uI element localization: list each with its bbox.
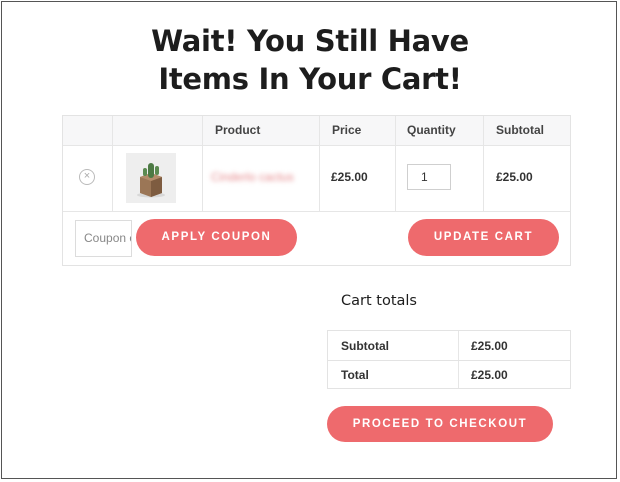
- cart-totals-heading: Cart totals: [341, 293, 417, 309]
- cactus-pot-image: [126, 153, 176, 203]
- product-price: £25.00: [331, 170, 368, 184]
- page-title-line-1: Wait! You Still Have: [151, 24, 469, 58]
- totals-row-value: £25.00: [471, 339, 508, 353]
- product-subtotal: £25.00: [496, 170, 533, 184]
- cart-totals-table: Subtotal £25.00 Total £25.00: [327, 330, 571, 389]
- quantity-input[interactable]: 1: [407, 164, 451, 190]
- cart-table: Product Price Quantity Subtotal × Cinder…: [62, 115, 571, 266]
- proceed-to-checkout-button[interactable]: PROCEED TO CHECKOUT: [327, 406, 553, 442]
- product-thumbnail[interactable]: [126, 153, 176, 203]
- column-header-subtotal: Subtotal: [496, 123, 544, 137]
- totals-row-subtotal: Subtotal £25.00: [328, 331, 570, 361]
- column-header-price: Price: [332, 123, 362, 137]
- cart-table-header: Product Price Quantity Subtotal: [63, 116, 570, 146]
- totals-row-label: Subtotal: [341, 339, 389, 353]
- close-icon[interactable]: ×: [79, 169, 95, 185]
- product-name-link[interactable]: Cinderlo cactus: [211, 170, 294, 184]
- totals-row-value: £25.00: [471, 368, 508, 382]
- totals-row-label: Total: [341, 368, 369, 382]
- apply-coupon-button[interactable]: APPLY COUPON: [136, 219, 297, 256]
- column-header-quantity: Quantity: [407, 123, 456, 137]
- totals-row-total: Total £25.00: [328, 360, 570, 389]
- coupon-code-input[interactable]: Coupon code: [75, 220, 132, 257]
- page-frame: Wait! You Still Have Items In Your Cart!…: [1, 1, 617, 479]
- page-title-line-2: Items In Your Cart!: [158, 62, 462, 96]
- page-title: Wait! You Still Have Items In Your Cart!: [2, 22, 618, 98]
- update-cart-button[interactable]: UPDATE CART: [408, 219, 559, 256]
- column-header-product: Product: [215, 123, 261, 137]
- table-row: × Cinderlo cactus £25.00 1 £25.00: [63, 145, 570, 212]
